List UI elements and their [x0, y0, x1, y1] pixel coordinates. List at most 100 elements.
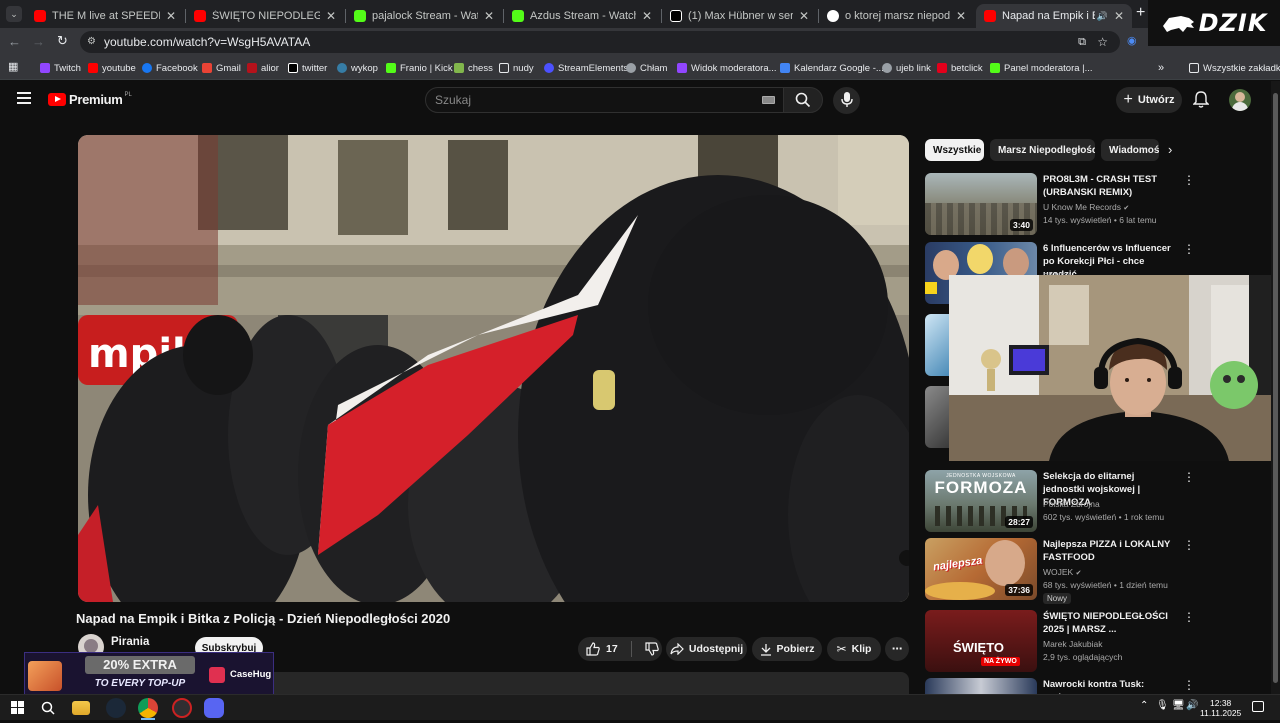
obs-icon[interactable] [172, 698, 192, 718]
audio-playing-icon[interactable]: 🔊 [1097, 11, 1108, 22]
clip-button[interactable]: ✂ Klip [827, 637, 881, 661]
search-icon[interactable] [38, 698, 58, 718]
browser-tab[interactable]: (1) Max Hübner w serwisie X: „ ✕ [662, 4, 817, 28]
more-vertical-icon[interactable]: ⋮ [1183, 242, 1195, 256]
page-scrollbar[interactable] [1271, 81, 1280, 694]
create-button[interactable]: + Utwórz [1116, 87, 1182, 113]
recommendation-item[interactable]: ŚWIĘTO NA ŻYWO ŚWIĘTO NIEPODLEGŁOŚCI 202… [925, 610, 1265, 672]
bookmark-item[interactable]: Panel moderatora |... [990, 60, 1093, 76]
ad-subheadline: TO EVERY TOP-UP [94, 678, 186, 689]
browser-tab[interactable]: pajalock Stream - Watch Live o ✕ [346, 4, 502, 28]
install-app-icon[interactable]: ⧉ [1078, 31, 1086, 53]
reload-icon[interactable]: ↻ [57, 33, 68, 49]
youtube-logo[interactable]: Premium PL [48, 92, 132, 107]
apps-grid-icon[interactable]: ▦ [8, 60, 18, 73]
bookmark-item[interactable]: twitter [288, 60, 327, 76]
bookmark-item[interactable]: Widok moderatora... [677, 60, 777, 76]
more-vertical-icon[interactable]: ⋮ [1183, 173, 1195, 187]
notification-center-icon[interactable] [1252, 701, 1264, 712]
notifications-bell-icon[interactable] [1192, 91, 1210, 114]
bookmark-item[interactable]: wykop [337, 60, 378, 76]
bookmark-item[interactable]: youtube [88, 60, 136, 76]
browser-tab[interactable]: ŚWIĘTO NIEPODLEGŁOŚCI 2025 ✕ [186, 4, 344, 28]
bookmark-item[interactable]: Franio | Kick [386, 60, 453, 76]
more-vertical-icon[interactable]: ⋮ [1183, 470, 1195, 484]
all-bookmarks-button[interactable]: Wszystkie zakładki [1189, 60, 1280, 76]
chrome-icon[interactable] [138, 698, 158, 718]
chevron-right-icon[interactable]: › [1168, 142, 1172, 157]
site-info-icon[interactable]: ⚙ [87, 31, 96, 53]
recommendation-meta: 602 tys. wyświetleń • 1 rok temu [1043, 512, 1165, 522]
bookmark-item[interactable]: ujeb link [882, 60, 931, 76]
browser-tab[interactable]: Azdus Stream - Watch Live on ✕ [504, 4, 660, 28]
keyboard-icon[interactable] [762, 96, 775, 104]
recommendation-item[interactable]: Nawrocki kontra Tusk: czekam ⋮ [925, 678, 1265, 694]
bookmark-item[interactable]: Kalendarz Google -... [780, 60, 884, 76]
close-tab-icon[interactable]: ✕ [642, 9, 652, 23]
recommendation-item[interactable]: 3:40 PRO8L3M - CRASH TEST (URBANSKI REMI… [925, 173, 1265, 235]
like-button[interactable]: 17 [586, 642, 618, 656]
browser-tab[interactable]: o ktorej marsz niepodleglosci ✕ [819, 4, 974, 28]
download-button[interactable]: Pobierz [752, 637, 822, 661]
bookmark-item[interactable]: Gmail [202, 60, 241, 76]
bookmark-item[interactable]: Chłam [626, 60, 667, 76]
tab-title: pajalock Stream - Watch Live o [372, 10, 478, 22]
gift-card-icon [28, 661, 62, 691]
back-icon[interactable]: ← [8, 34, 21, 49]
volume-icon[interactable]: 🔊 [1186, 700, 1198, 711]
file-explorer-icon[interactable] [72, 701, 90, 715]
menu-icon[interactable] [17, 92, 31, 104]
extension-icon[interactable]: ◉ [1127, 34, 1137, 47]
windows-start-icon[interactable] [8, 698, 28, 718]
system-clock[interactable]: 12:38 11.11.2025 [1200, 698, 1241, 718]
recommendation-item[interactable]: JEDNOSTKA WOJSKOWA FORMOZA 28:27 Selekcj… [925, 470, 1265, 532]
bookmark-label: nudy [513, 62, 534, 74]
share-button[interactable]: Udostępnij [666, 637, 747, 661]
search-input[interactable]: Szukaj [425, 87, 785, 113]
microphone-icon[interactable]: 🎙 [1156, 700, 1169, 711]
close-tab-icon[interactable]: ✕ [799, 9, 809, 23]
casehug-ad-banner[interactable]: 20% EXTRA TO EVERY TOP-UP CaseHug [24, 652, 274, 698]
chip-all[interactable]: Wszystkie [925, 139, 984, 161]
browser-tab[interactable]: THE M live at SPEEDLAND FEST ✕ [26, 4, 184, 28]
more-vertical-icon[interactable]: ⋮ [1183, 678, 1195, 692]
recommendation-thumbnail-hidden[interactable] [925, 386, 949, 448]
tray-chevron-icon[interactable]: ⌃ [1140, 700, 1148, 711]
bookmark-item[interactable]: alior [247, 60, 279, 76]
more-actions-button[interactable]: ⋯ [885, 637, 909, 661]
tab-search-button[interactable]: ⌄ [6, 6, 22, 22]
bookmark-item[interactable]: betclick [937, 60, 983, 76]
channel-name[interactable]: Pirania [111, 636, 149, 648]
browser-tab-active[interactable]: Napad na Empik i Bitka z P 🔊 ✕ [976, 4, 1132, 28]
close-tab-icon[interactable]: ✕ [956, 9, 966, 23]
bookmark-folder[interactable]: nudy [499, 60, 534, 76]
close-tab-icon[interactable]: ✕ [484, 9, 494, 23]
close-tab-icon[interactable]: ✕ [326, 9, 336, 23]
bookmark-item[interactable]: StreamElements [544, 60, 628, 76]
recommendation-item[interactable]: najlepsza 37:36 Najlepsza PIZZA i LOKALN… [925, 538, 1265, 604]
bookmark-item[interactable]: Facebook [142, 60, 198, 76]
steam-icon[interactable] [106, 698, 126, 718]
dislike-button[interactable] [645, 642, 659, 656]
chip-news[interactable]: Wiadomości [1101, 139, 1159, 161]
bookmark-item[interactable]: Twitch [40, 60, 81, 76]
more-bookmarks-button[interactable]: » [1158, 60, 1164, 76]
address-bar[interactable]: ⚙ youtube.com/watch?v=WsgH5AVATAA ⧉ ☆ [80, 31, 1120, 53]
more-vertical-icon[interactable]: ⋮ [1183, 610, 1195, 624]
discord-icon[interactable] [204, 698, 224, 718]
chip-marsz[interactable]: Marsz Niepodległości [990, 139, 1095, 161]
network-icon[interactable]: 🖥 [1172, 700, 1185, 711]
search-button[interactable] [783, 87, 823, 113]
bookmark-star-icon[interactable]: ☆ [1097, 31, 1108, 53]
recommendation-thumbnail-hidden[interactable] [925, 314, 949, 376]
new-tab-button[interactable]: + [1136, 4, 1145, 22]
close-tab-icon[interactable]: ✕ [166, 9, 176, 23]
scrollbar-thumb[interactable] [1273, 93, 1278, 683]
more-vertical-icon[interactable]: ⋮ [1183, 538, 1195, 552]
video-player[interactable]: mpik [78, 135, 909, 602]
close-tab-icon[interactable]: ✕ [1114, 9, 1124, 23]
bookmark-item[interactable]: chess [454, 60, 493, 76]
voice-search-button[interactable] [833, 87, 860, 114]
avatar[interactable] [1229, 89, 1251, 111]
forward-icon[interactable]: → [32, 34, 45, 49]
